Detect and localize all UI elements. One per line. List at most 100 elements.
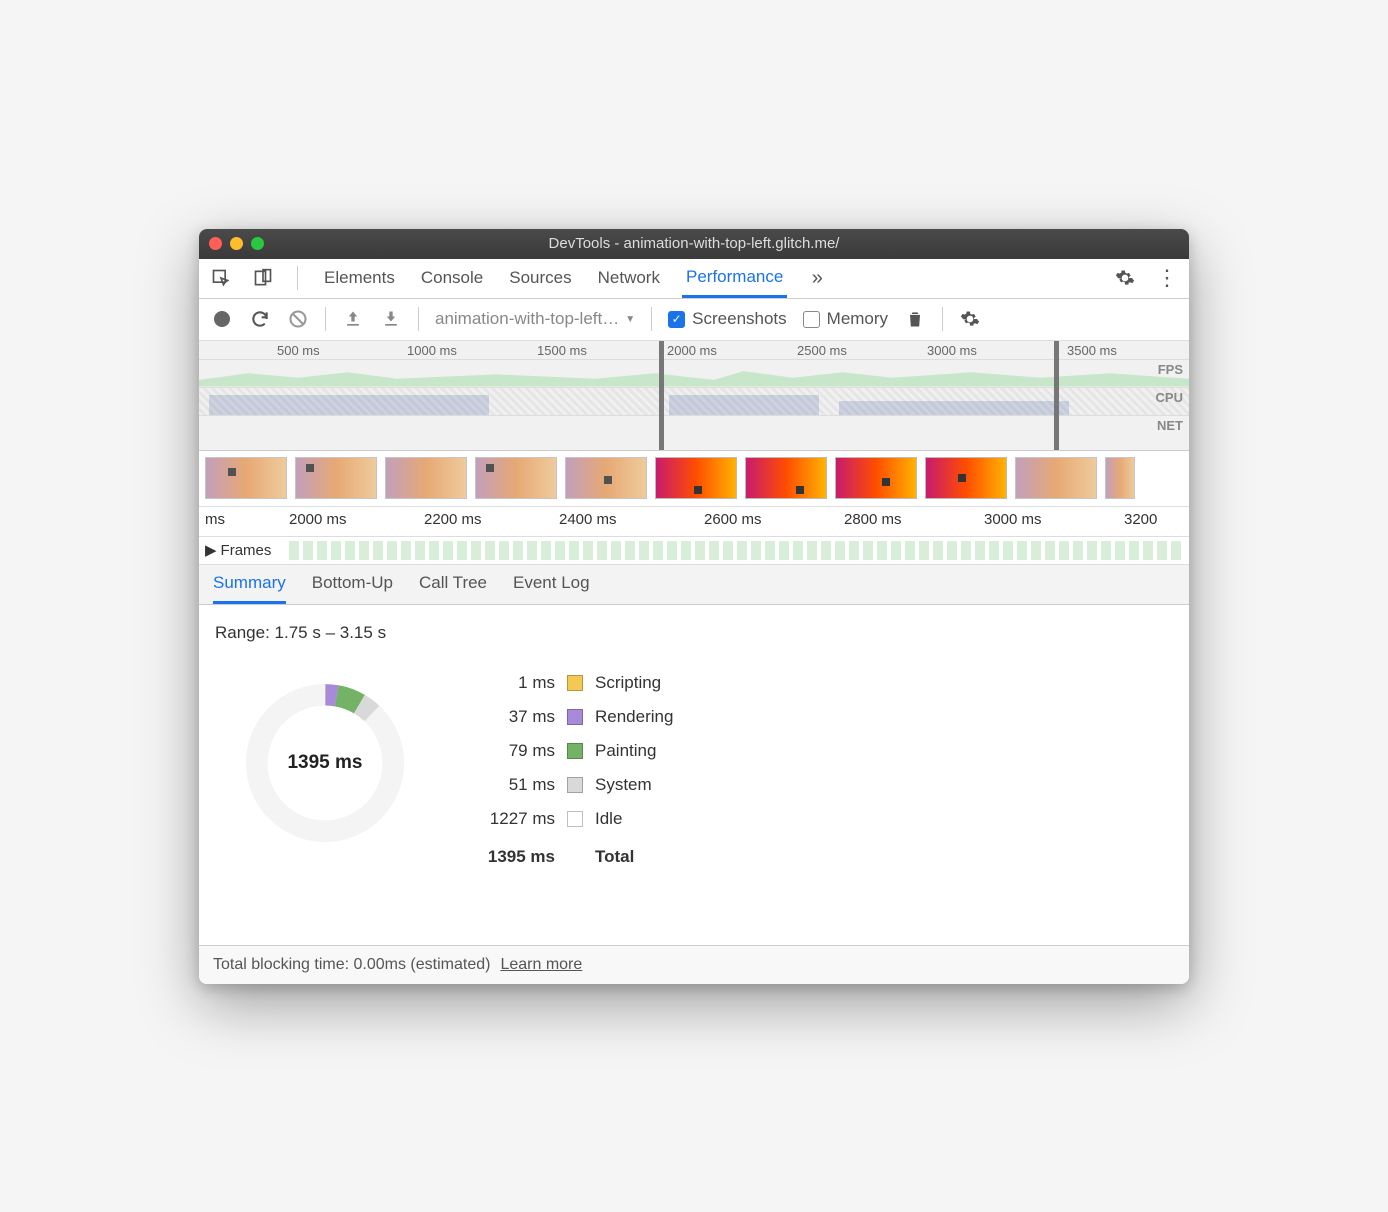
legend-swatch	[567, 743, 583, 759]
expand-triangle-icon[interactable]: ▶	[205, 541, 217, 559]
legend-value: 51 ms	[475, 775, 555, 795]
screenshot-thumb[interactable]	[1015, 457, 1097, 499]
frames-track[interactable]: ▶ Frames	[199, 537, 1189, 565]
legend-row: 37 ms Rendering	[475, 707, 673, 727]
legend-value: 79 ms	[475, 741, 555, 761]
legend-row: 51 ms System	[475, 775, 673, 795]
screenshot-thumb[interactable]	[475, 457, 557, 499]
check-icon: ✓	[668, 311, 685, 328]
tick: 2400 ms	[559, 511, 617, 528]
tick: 1000 ms	[407, 343, 457, 358]
capture-settings-gear-icon[interactable]	[959, 308, 981, 330]
screenshot-thumb[interactable]	[565, 457, 647, 499]
frame-bars	[289, 541, 1181, 560]
legend-label: Rendering	[595, 707, 673, 727]
tab-elements[interactable]: Elements	[320, 260, 399, 296]
tab-event-log[interactable]: Event Log	[513, 573, 590, 604]
legend-swatch	[567, 709, 583, 725]
screenshot-thumb[interactable]	[655, 457, 737, 499]
divider	[297, 266, 298, 290]
devtools-tab-bar: Elements Console Sources Network Perform…	[199, 259, 1189, 299]
legend-label: Scripting	[595, 673, 661, 693]
legend-label: System	[595, 775, 652, 795]
fps-label: FPS	[1158, 362, 1183, 377]
overview-timeline[interactable]: 500 ms 1000 ms 1500 ms 2000 ms 2500 ms 3…	[199, 341, 1189, 451]
delete-icon[interactable]	[904, 308, 926, 330]
reload-record-button[interactable]	[249, 308, 271, 330]
legend-value: 1 ms	[475, 673, 555, 693]
tab-console[interactable]: Console	[417, 260, 487, 296]
tab-bottom-up[interactable]: Bottom-Up	[312, 573, 393, 604]
footer: Total blocking time: 0.00ms (estimated) …	[199, 945, 1189, 984]
minimize-window-button[interactable]	[230, 237, 243, 250]
tab-sources[interactable]: Sources	[505, 260, 575, 296]
tick: 3500 ms	[1067, 343, 1117, 358]
tick: 3000 ms	[984, 511, 1042, 528]
summary-donut-chart: 1395 ms	[235, 673, 415, 853]
screenshots-checkbox[interactable]: ✓ Screenshots	[668, 309, 787, 329]
tab-network[interactable]: Network	[594, 260, 664, 296]
legend-row: 1227 ms Idle	[475, 809, 673, 829]
legend-value: 37 ms	[475, 707, 555, 727]
device-toolbar-icon[interactable]	[251, 266, 275, 290]
screenshot-thumb[interactable]	[295, 457, 377, 499]
window-title: DevTools - animation-with-top-left.glitc…	[199, 235, 1189, 252]
screenshot-thumb[interactable]	[835, 457, 917, 499]
cpu-label: CPU	[1156, 390, 1183, 405]
tick: 2000 ms	[289, 511, 347, 528]
screenshot-thumb[interactable]	[745, 457, 827, 499]
donut-center-value: 1395 ms	[235, 673, 415, 853]
overflow-tabs-icon[interactable]: »	[805, 266, 829, 290]
tick: 3200	[1124, 511, 1157, 528]
screenshot-thumb[interactable]	[205, 457, 287, 499]
tab-summary[interactable]: Summary	[213, 573, 286, 604]
screenshot-thumb[interactable]	[1105, 457, 1135, 499]
settings-gear-icon[interactable]	[1113, 266, 1137, 290]
screenshot-thumb[interactable]	[925, 457, 1007, 499]
clear-button[interactable]	[287, 308, 309, 330]
devtools-window: DevTools - animation-with-top-left.glitc…	[199, 229, 1189, 984]
summary-panel: Range: 1.75 s – 3.15 s 1395 ms 1 ms Scrip…	[199, 605, 1189, 945]
legend-row: 79 msPainting	[475, 741, 673, 761]
tick: 2600 ms	[704, 511, 762, 528]
tab-performance[interactable]: Performance	[682, 259, 787, 298]
record-button[interactable]	[211, 308, 233, 330]
legend-total-value: 1395 ms	[475, 847, 555, 867]
maximize-window-button[interactable]	[251, 237, 264, 250]
kebab-menu-icon[interactable]: ⋮	[1155, 266, 1179, 290]
window-controls	[209, 237, 264, 250]
memory-label: Memory	[827, 309, 888, 329]
main-timeline-ruler[interactable]: ms 2000 ms 2200 ms 2400 ms 2600 ms 2800 …	[199, 507, 1189, 537]
tick: 2800 ms	[844, 511, 902, 528]
titlebar: DevTools - animation-with-top-left.glitc…	[199, 229, 1189, 259]
legend-swatch	[567, 811, 583, 827]
legend-swatch	[567, 777, 583, 793]
frames-label: Frames	[221, 542, 272, 559]
overview-range-selection[interactable]	[659, 341, 1059, 450]
blocking-time-text: Total blocking time: 0.00ms (estimated)	[213, 956, 490, 974]
range-label: Range: 1.75 s – 3.15 s	[215, 623, 1173, 643]
save-profile-icon[interactable]	[380, 308, 402, 330]
checkbox-empty-icon	[803, 311, 820, 328]
legend-swatch	[567, 675, 583, 691]
legend-total-label: Total	[595, 847, 634, 867]
tick: 1500 ms	[537, 343, 587, 358]
tick: 2200 ms	[424, 511, 482, 528]
chevron-down-icon: ▼	[625, 314, 635, 325]
inspect-element-icon[interactable]	[209, 266, 233, 290]
memory-checkbox[interactable]: Memory	[803, 309, 888, 329]
screenshot-thumb[interactable]	[385, 457, 467, 499]
load-profile-icon[interactable]	[342, 308, 364, 330]
screenshot-filmstrip[interactable]	[199, 451, 1189, 507]
tab-call-tree[interactable]: Call Tree	[419, 573, 487, 604]
profile-selector-label: animation-with-top-left…	[435, 309, 619, 329]
legend-label: Idle	[595, 809, 622, 829]
tick: 500 ms	[277, 343, 320, 358]
profile-selector-dropdown[interactable]: animation-with-top-left… ▼	[435, 309, 635, 329]
learn-more-link[interactable]: Learn more	[500, 956, 582, 974]
legend-value: 1227 ms	[475, 809, 555, 829]
net-label: NET	[1157, 418, 1183, 433]
close-window-button[interactable]	[209, 237, 222, 250]
screenshots-label: Screenshots	[692, 309, 787, 329]
legend-total-row: 1395 ms Total	[475, 847, 673, 867]
